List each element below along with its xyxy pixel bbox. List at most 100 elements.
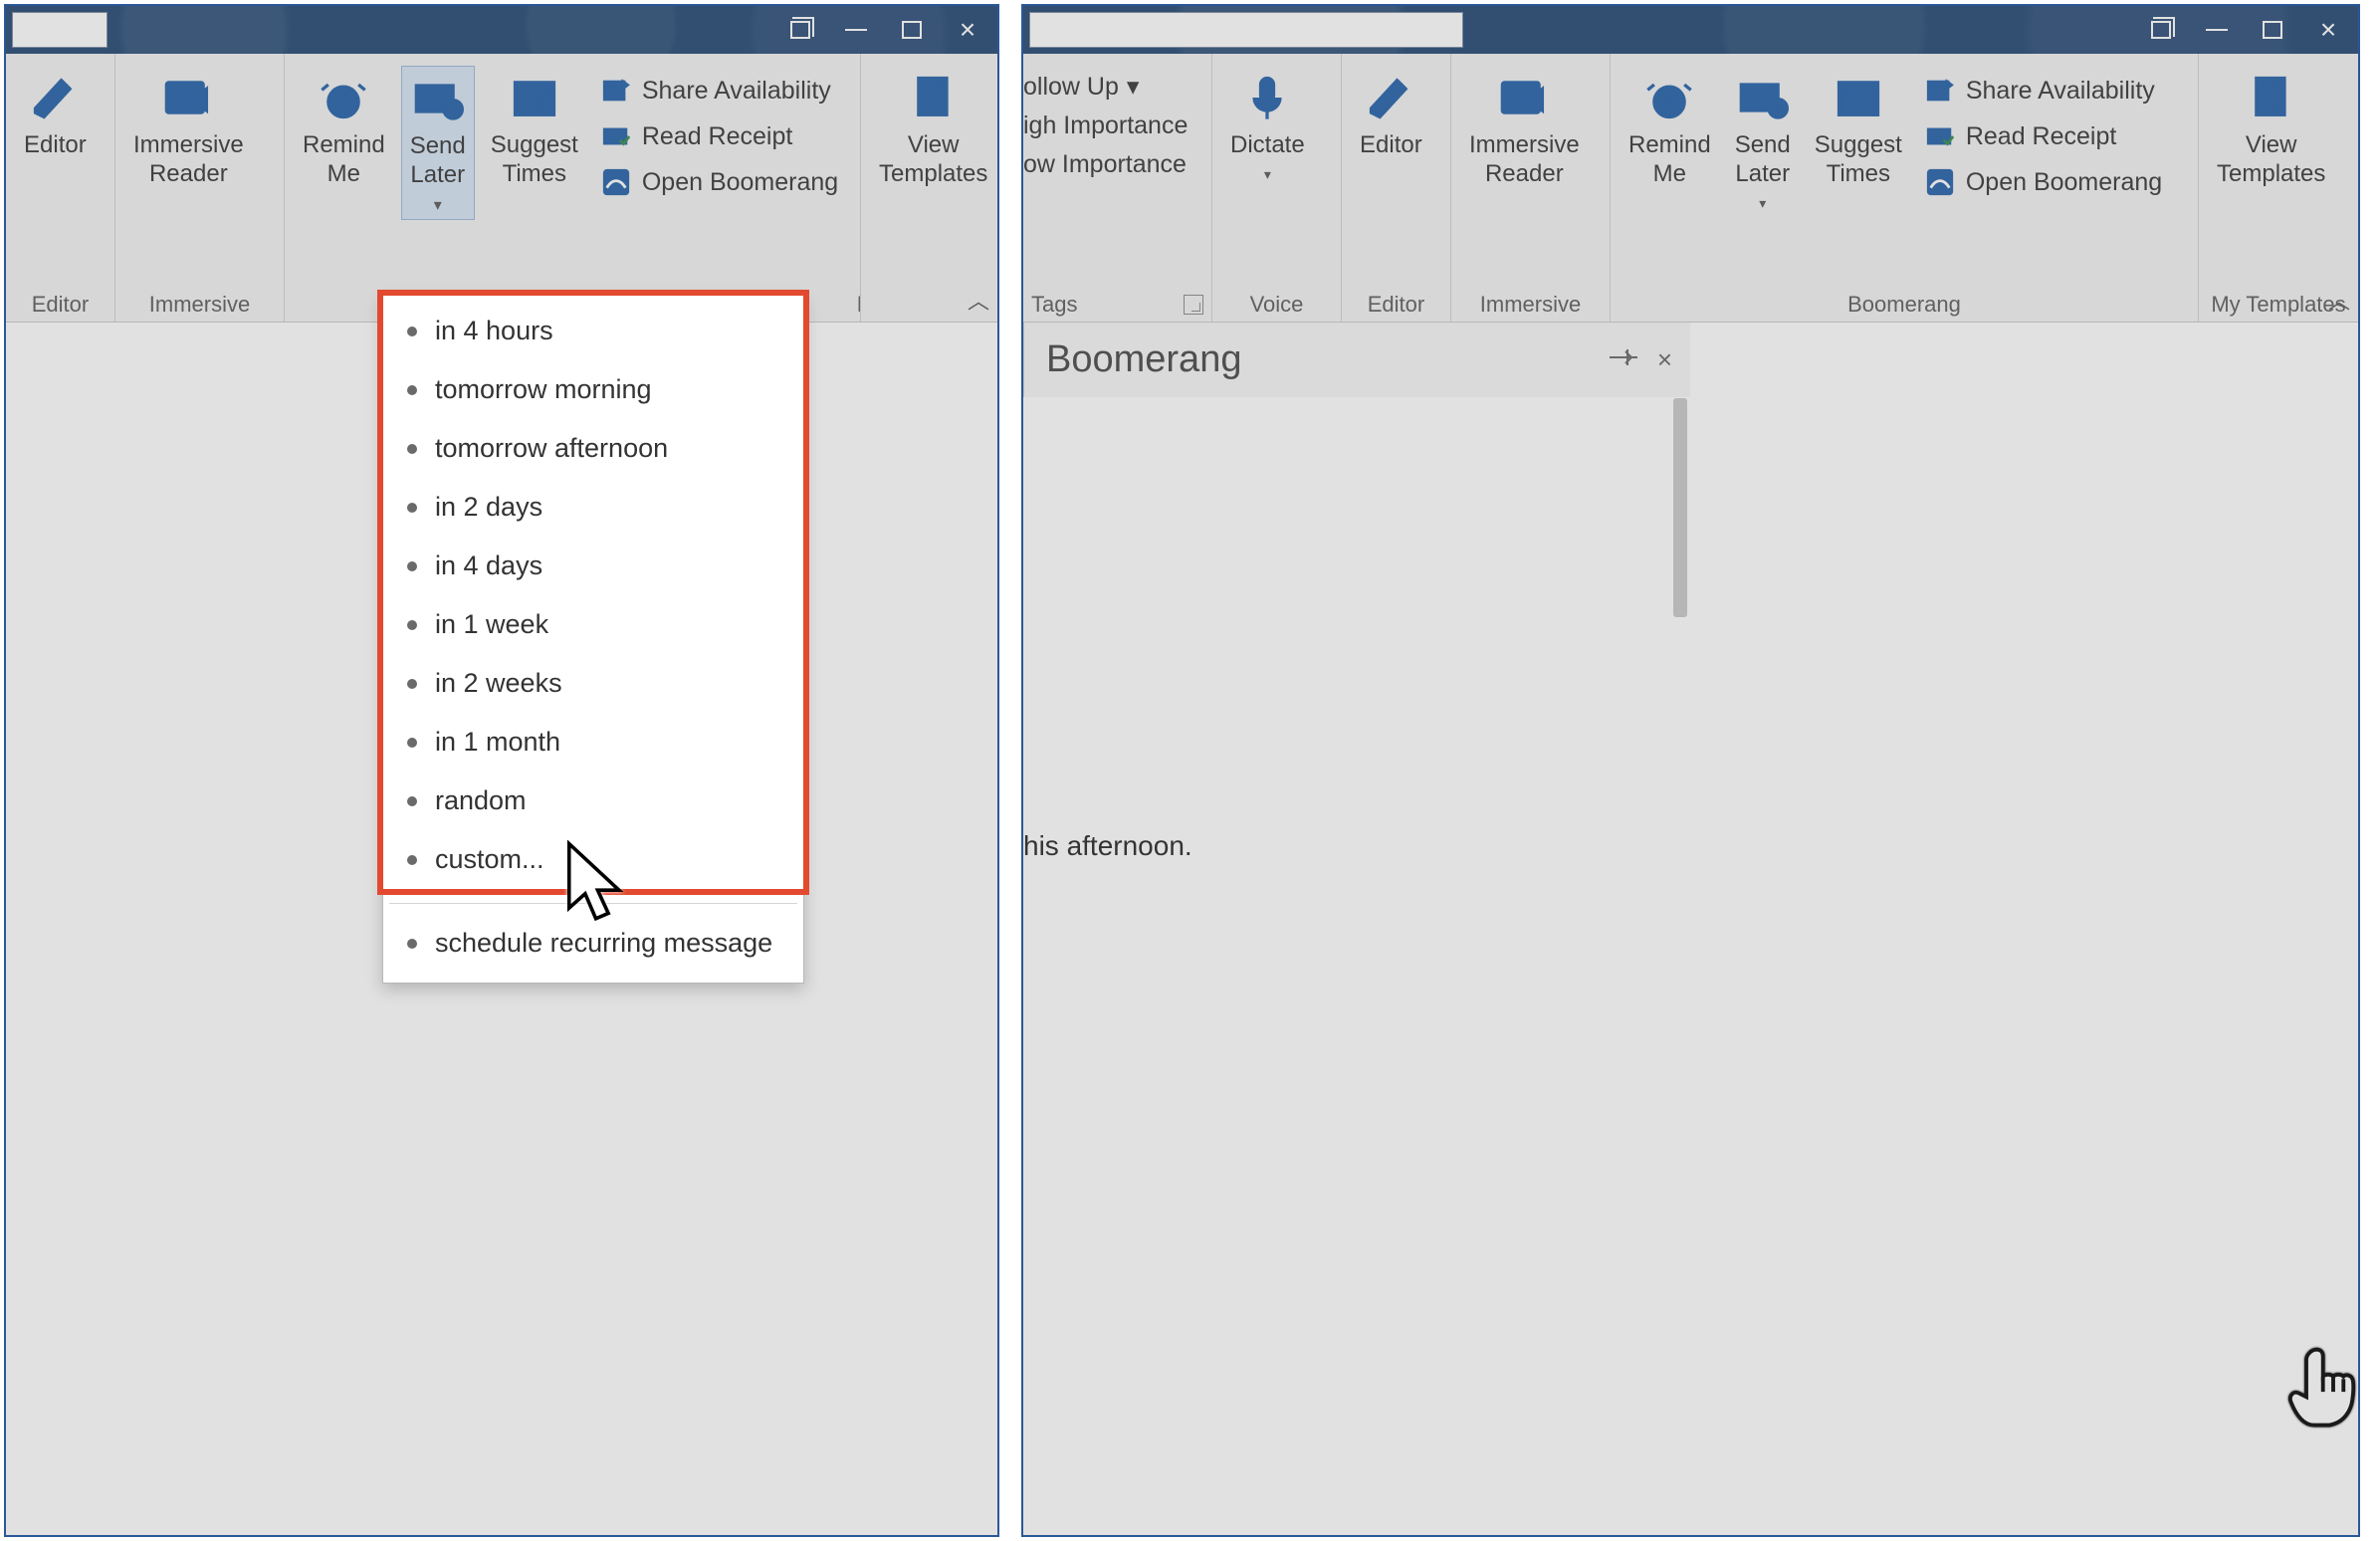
bullet-icon	[407, 738, 417, 748]
left-window: × Editor Editor Immersive Reader	[4, 4, 999, 1537]
suggest-label: Suggest Times	[491, 131, 578, 189]
minimize-button[interactable]	[832, 6, 880, 54]
titlebar-input[interactable]	[1029, 12, 1463, 48]
dd-label: tomorrow morning	[435, 374, 652, 405]
editor-button[interactable]: Editor	[16, 66, 95, 164]
close-pane-button[interactable]: ×	[1657, 344, 1672, 375]
group-label-editor: Editor	[1342, 288, 1450, 322]
dd-label: in 2 weeks	[435, 668, 562, 699]
book-speaker-icon	[1496, 70, 1552, 125]
bullet-icon	[407, 679, 417, 689]
open-boomerang-button[interactable]: Open Boomerang	[594, 163, 844, 201]
group-label-immersive: Immersive	[1451, 288, 1610, 322]
dd-label: schedule recurring message	[435, 928, 772, 959]
templates-label: View Templates	[2217, 131, 2325, 189]
dd-item[interactable]: in 2 weeks	[393, 654, 793, 713]
calendar-share-icon	[600, 75, 632, 107]
immersive-reader-button[interactable]: Immersive Reader	[1461, 66, 1588, 193]
read-receipt-button[interactable]: Read Receipt	[1918, 117, 2168, 155]
share-availability-button[interactable]: Share Availability	[1918, 72, 2168, 110]
editor-label: Editor	[24, 131, 87, 160]
close-button[interactable]: ×	[2304, 6, 2352, 54]
body-text: his afternoon.	[1023, 830, 1192, 862]
chevron-down-icon: ▾	[1759, 195, 1766, 212]
view-templates-button[interactable]: View Templates	[2209, 66, 2333, 193]
template-icon	[906, 70, 962, 125]
dd-item[interactable]: tomorrow morning	[393, 360, 793, 419]
dd-item[interactable]: in 2 days	[393, 478, 793, 537]
dd-label: in 4 hours	[435, 316, 553, 346]
dialog-launcher-icon[interactable]	[1184, 295, 1203, 315]
dd-item[interactable]: in 1 month	[393, 713, 793, 771]
read-receipt-button[interactable]: Read Receipt	[594, 117, 844, 155]
minimize-button[interactable]	[2193, 6, 2241, 54]
calendar-grid-icon	[507, 70, 562, 125]
editor-icon	[1363, 70, 1418, 125]
bullet-icon	[407, 385, 417, 395]
dd-item[interactable]: tomorrow afternoon	[393, 419, 793, 478]
suggest-times-button[interactable]: Suggest Times	[1807, 66, 1910, 193]
group-label-immersive: Immersive	[115, 288, 284, 322]
message-area: his afternoon. Boomerang × Remind me	[1023, 323, 2358, 1535]
immersive-label: Immersive Reader	[1469, 131, 1580, 189]
right-window: × ollow Up ▾ igh Importance ow Importance…	[1021, 4, 2360, 1537]
share-label: Share Availability	[1966, 77, 2155, 106]
alarm-icon	[316, 70, 371, 125]
restore-down-button[interactable]	[776, 6, 824, 54]
send-later-button[interactable]: Send Later ▾	[1727, 66, 1799, 215]
share-availability-button[interactable]: Share Availability	[594, 72, 844, 110]
hand-cursor	[2284, 1342, 2364, 1431]
chevron-down-icon: ▾	[434, 196, 442, 215]
dd-label: in 2 days	[435, 492, 542, 523]
chevron-down-icon: ▾	[1127, 72, 1140, 102]
receipt-label: Read Receipt	[642, 122, 792, 151]
dd-item[interactable]: in 1 week	[393, 595, 793, 654]
suggest-times-button[interactable]: Suggest Times	[483, 66, 586, 193]
immersive-reader-button[interactable]: Immersive Reader	[125, 66, 252, 193]
high-label: igh Importance	[1023, 111, 1188, 140]
view-templates-button[interactable]: View Templates	[871, 66, 995, 193]
open-boomerang-button[interactable]: Open Boomerang	[1918, 163, 2168, 201]
immersive-label: Immersive Reader	[133, 131, 244, 189]
editor-label: Editor	[1360, 131, 1422, 160]
high-importance-button[interactable]: igh Importance	[1023, 111, 1188, 140]
pin-icon[interactable]	[1608, 344, 1639, 375]
dd-label: in 1 month	[435, 727, 560, 758]
dictate-button[interactable]: Dictate ▾	[1222, 66, 1313, 187]
send-later-label: Send Later	[1735, 131, 1791, 189]
follow-up-button[interactable]: ollow Up ▾	[1023, 72, 1188, 102]
dd-item[interactable]: in 4 hours	[393, 302, 793, 360]
dd-label: custom...	[435, 844, 544, 875]
bullet-icon	[407, 561, 417, 571]
bullet-icon	[407, 855, 417, 865]
titlebar: ×	[6, 6, 997, 54]
remind-me-button[interactable]: Remind Me	[295, 66, 393, 193]
taskpane-title: Boomerang	[1046, 338, 1241, 381]
scroll-thumb[interactable]	[1673, 398, 1687, 617]
dd-label: in 1 week	[435, 609, 548, 640]
send-later-button[interactable]: Send Later ▾	[401, 66, 475, 220]
dd-item[interactable]: random	[393, 771, 793, 830]
minimize-icon	[2206, 29, 2228, 31]
dd-label: random	[435, 785, 527, 816]
collapse-ribbon-button[interactable]: ︿	[968, 284, 989, 316]
open-label: Open Boomerang	[1966, 168, 2162, 197]
envelope-check-icon	[600, 120, 632, 152]
collapse-ribbon-button[interactable]: ︿	[2328, 284, 2350, 316]
bullet-icon	[407, 939, 417, 949]
envelope-check-icon	[1924, 120, 1956, 152]
close-button[interactable]: ×	[944, 6, 991, 54]
restore-down-button[interactable]	[2137, 6, 2185, 54]
low-importance-button[interactable]: ow Importance	[1023, 150, 1188, 179]
book-speaker-icon	[160, 70, 216, 125]
remind-label: Remind Me	[1628, 131, 1711, 189]
templates-label: View Templates	[879, 131, 987, 189]
dd-item[interactable]: in 4 days	[393, 537, 793, 595]
maximize-button[interactable]	[2249, 6, 2296, 54]
remind-me-button[interactable]: Remind Me	[1621, 66, 1719, 193]
follow-label: ollow Up	[1023, 73, 1119, 102]
editor-button[interactable]: Editor	[1352, 66, 1430, 164]
titlebar-input[interactable]	[12, 12, 108, 48]
envelope-clock-icon	[410, 71, 466, 126]
maximize-button[interactable]	[888, 6, 936, 54]
